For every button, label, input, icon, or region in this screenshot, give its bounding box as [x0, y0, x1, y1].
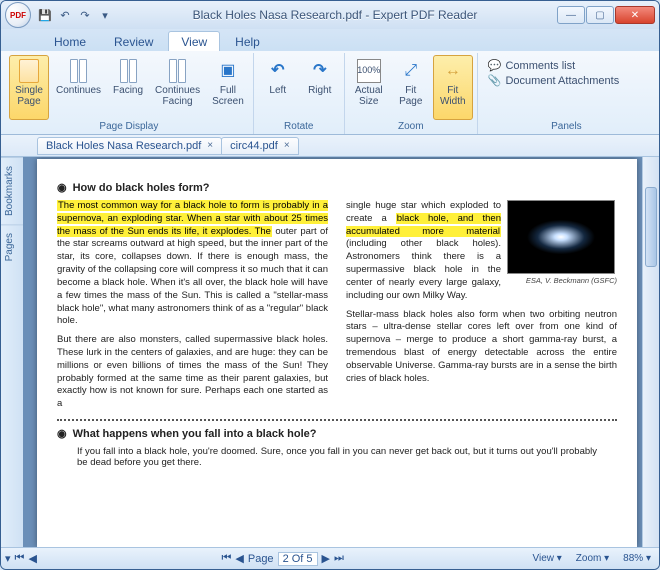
fit-page-icon: ⤢ — [399, 59, 423, 83]
fit-width-label: Fit Width — [440, 85, 466, 107]
rotate-right-button[interactable]: ↷ Right — [300, 55, 340, 120]
fit-page-button[interactable]: ⤢Fit Page — [391, 55, 431, 120]
attachments-icon: 📎 — [488, 74, 502, 87]
facing-icon — [116, 59, 140, 83]
tab-help[interactable]: Help — [222, 31, 273, 51]
doc-tab-1-label: circ44.pdf — [230, 140, 278, 152]
rotate-left-icon: ↶ — [266, 59, 290, 83]
tab-home[interactable]: Home — [41, 31, 99, 51]
maximize-button[interactable]: ▢ — [586, 6, 614, 24]
scrollbar-thumb[interactable] — [645, 187, 657, 267]
close-tab-0-icon[interactable]: × — [207, 140, 213, 151]
minimize-button[interactable]: — — [557, 6, 585, 24]
fit-width-button[interactable]: ↔Fit Width — [433, 55, 473, 120]
window-title: Black Holes Nasa Research.pdf - Expert P… — [113, 8, 557, 22]
vertical-scrollbar[interactable] — [642, 157, 659, 547]
paragraph-4: Stellar-mass black holes also form when … — [346, 309, 617, 386]
comments-icon: 💬 — [488, 59, 502, 72]
group-page-display-label: Page Display — [9, 120, 249, 134]
document-attachments-button[interactable]: 📎Document Attachments — [488, 74, 619, 87]
status-view-label: View — [532, 553, 554, 564]
status-zoom-pct: 88% — [623, 553, 643, 564]
continues-facing-icon — [166, 59, 190, 83]
full-screen-label: Full Screen — [212, 85, 244, 107]
doc-tab-0[interactable]: Black Holes Nasa Research.pdf × — [37, 137, 222, 155]
qat-save-icon[interactable]: 💾 — [37, 7, 53, 23]
status-zoom-value[interactable]: 88% ▾ — [619, 553, 655, 564]
continues-label: Continues — [56, 85, 101, 96]
fit-page-label: Fit Page — [399, 85, 422, 107]
page-label: Page — [248, 553, 274, 565]
rotate-left-label: Left — [269, 85, 286, 96]
single-page-label: Single Page — [15, 85, 43, 107]
page-first-icon[interactable]: ⏮ — [221, 552, 231, 565]
paragraph-2: But there are also monsters, called supe… — [57, 334, 328, 411]
facing-label: Facing — [113, 85, 143, 96]
document-attachments-label: Document Attachments — [505, 75, 619, 87]
close-tab-1-icon[interactable]: × — [284, 140, 290, 151]
single-page-button[interactable]: Single Page — [9, 55, 49, 120]
qat-undo-icon[interactable]: ↶ — [57, 7, 73, 23]
comments-list-button[interactable]: 💬Comments list — [488, 59, 619, 72]
figure: ESA, V. Beckmann (GSFC) — [507, 200, 617, 286]
qat-redo-icon[interactable]: ↷ — [77, 7, 93, 23]
continues-facing-button[interactable]: Continues Facing — [150, 55, 205, 120]
sidebar-bookmarks[interactable]: Bookmarks — [1, 157, 23, 224]
page-indicator[interactable]: 2 Of 5 — [278, 552, 318, 566]
app-orb[interactable]: PDF — [5, 2, 31, 28]
paragraph-1: The most common way for a black hole to … — [57, 200, 328, 328]
status-view-button[interactable]: View ▾ — [528, 553, 565, 564]
sidebar-pages[interactable]: Pages — [1, 224, 23, 269]
comments-list-label: Comments list — [505, 60, 575, 72]
group-panels-label: Panels — [482, 120, 651, 134]
full-screen-button[interactable]: ▣Full Screen — [207, 55, 249, 120]
nav-dropdown-icon[interactable]: ▾ — [5, 552, 11, 565]
paragraph-5: If you fall into a black hole, you're do… — [57, 446, 617, 468]
status-zoom-label: Zoom — [576, 553, 602, 564]
group-rotate-label: Rotate — [258, 120, 340, 134]
page-next-icon[interactable]: ▶ — [322, 552, 330, 565]
rotate-left-button[interactable]: ↶ Left — [258, 55, 298, 120]
heading-how-form: How do black holes form? — [57, 181, 617, 194]
black-hole-image — [507, 200, 615, 274]
actual-size-button[interactable]: 100%Actual Size — [349, 55, 389, 120]
qat-dropdown-icon[interactable]: ▾ — [97, 7, 113, 23]
paragraph-3b: (including other black holes). Astronome… — [346, 238, 501, 300]
tab-view[interactable]: View — [168, 31, 220, 51]
page-prev-icon[interactable]: ◀ — [235, 552, 243, 565]
continues-button[interactable]: Continues — [51, 55, 106, 120]
ribbon-tabs: Home Review View Help — [1, 29, 659, 51]
document-page: How do black holes form? The most common… — [37, 159, 637, 547]
tab-review[interactable]: Review — [101, 31, 166, 51]
actual-size-label: Actual Size — [355, 85, 383, 107]
status-zoom-button[interactable]: Zoom ▾ — [572, 553, 613, 564]
nav-first-icon[interactable]: ⏮ — [15, 552, 25, 565]
paragraph-1-rest: outer part of the star screams outward a… — [57, 226, 328, 327]
doc-tab-0-label: Black Holes Nasa Research.pdf — [46, 140, 201, 152]
close-button[interactable]: ✕ — [615, 6, 655, 24]
divider — [57, 419, 617, 421]
actual-size-icon: 100% — [357, 59, 381, 83]
rotate-right-icon: ↷ — [308, 59, 332, 83]
facing-button[interactable]: Facing — [108, 55, 148, 120]
continues-facing-label: Continues Facing — [155, 85, 200, 107]
continues-icon — [67, 59, 91, 83]
nav-prev-icon[interactable]: ◀ — [28, 552, 36, 565]
heading-fall-in: What happens when you fall into a black … — [57, 427, 617, 440]
rotate-right-label: Right — [308, 85, 331, 96]
doc-tab-1[interactable]: circ44.pdf × — [221, 137, 299, 155]
page-last-icon[interactable]: ⏭ — [334, 552, 344, 565]
fit-width-icon: ↔ — [441, 59, 465, 83]
group-zoom-label: Zoom — [349, 120, 473, 134]
full-screen-icon: ▣ — [216, 59, 240, 83]
figure-caption: ESA, V. Beckmann (GSFC) — [507, 276, 617, 286]
single-page-icon — [17, 59, 41, 83]
